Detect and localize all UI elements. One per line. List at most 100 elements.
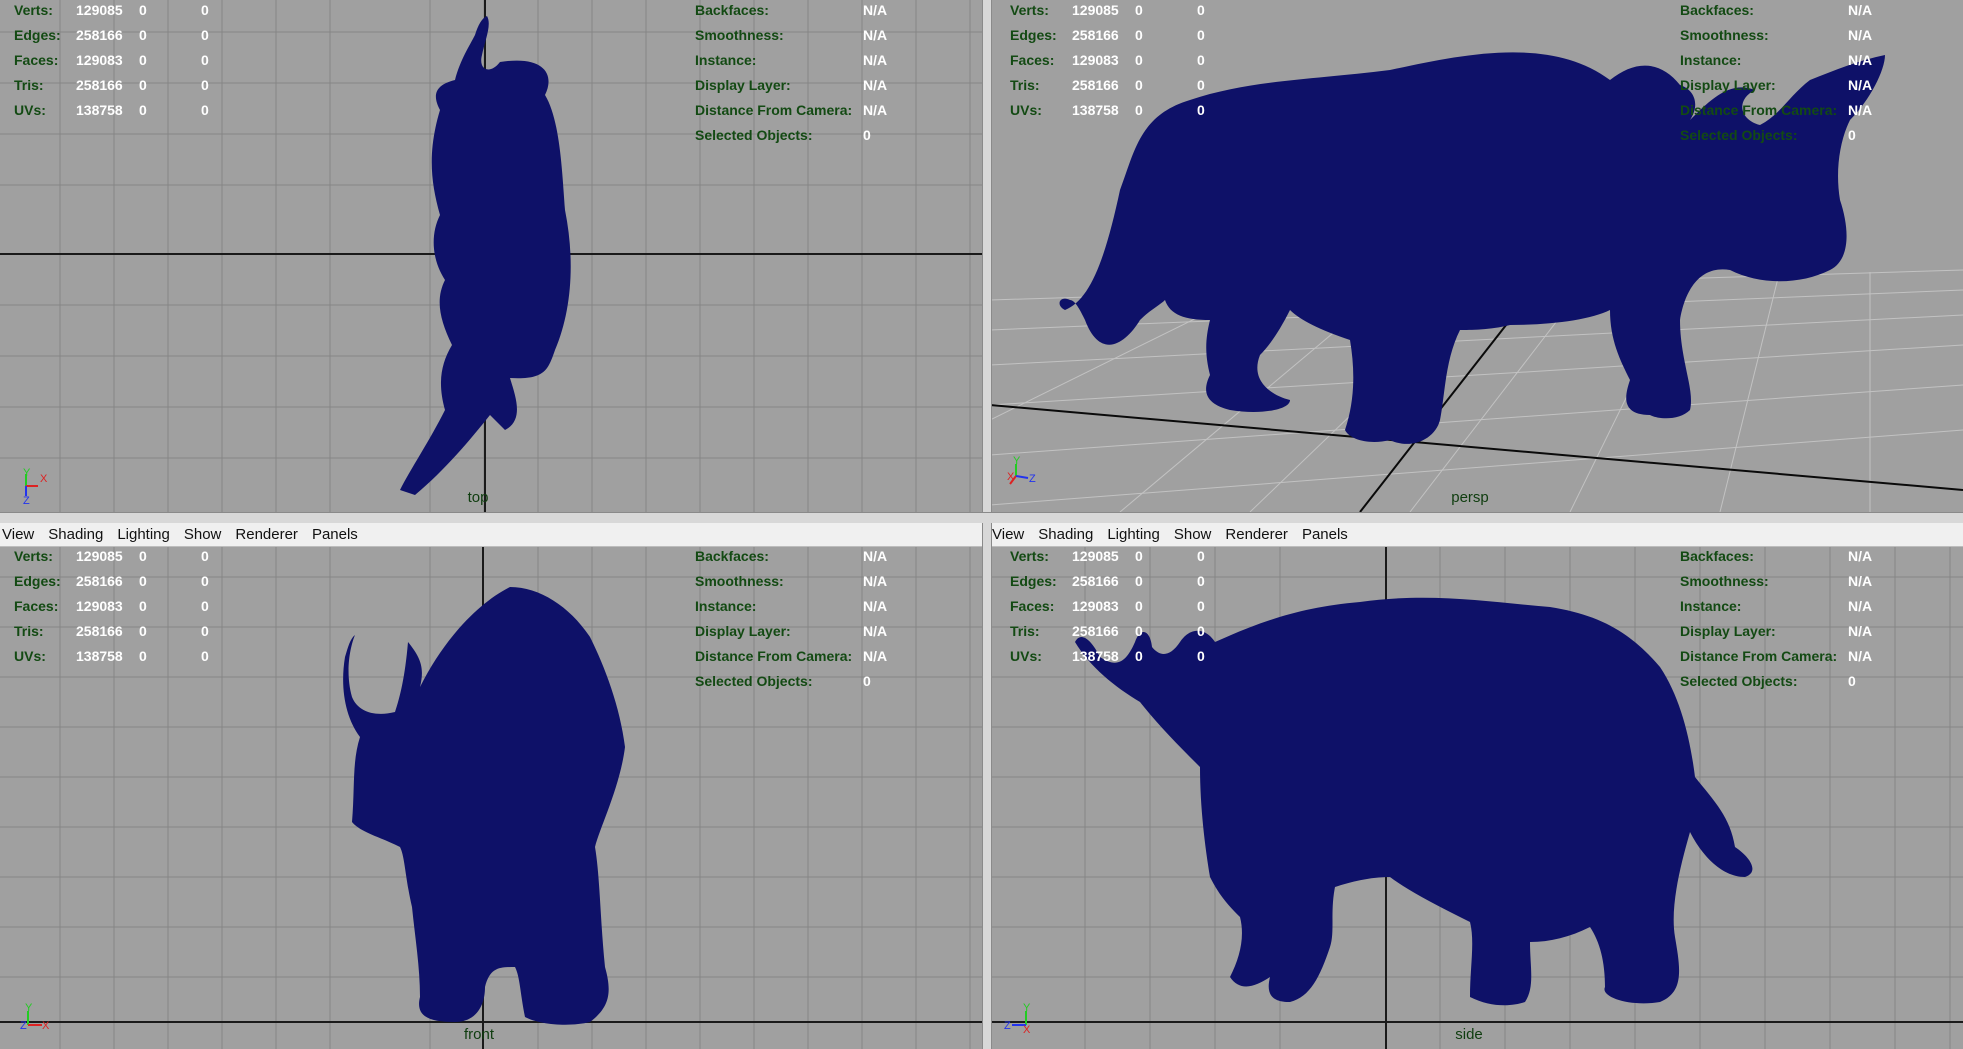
hud-value: 0 <box>1135 77 1143 93</box>
hud-value: 0 <box>139 648 147 664</box>
hud-label: Smoothness: <box>1680 573 1769 589</box>
hud-label: Smoothness: <box>1680 27 1769 43</box>
svg-text:X: X <box>40 473 48 485</box>
hud-label: Distance From Camera: <box>695 648 853 664</box>
viewport-side[interactable]: Verts: 129085 0 0 Edges: 258166 0 0 Faces: 1290… <box>990 547 1963 1049</box>
hud-label: Smoothness: <box>695 27 784 43</box>
menu-show[interactable]: Show <box>1172 526 1218 543</box>
hud-value: 0 <box>1135 598 1143 614</box>
hud-value: N/A <box>1848 2 1873 18</box>
svg-text:Z: Z <box>1029 473 1036 485</box>
panel-splitter-horizontal[interactable] <box>0 512 1963 523</box>
hud-value: 129085 <box>1072 2 1119 18</box>
hud-label: Verts: <box>1010 548 1049 564</box>
menu-shading[interactable]: Shading <box>46 526 109 543</box>
hud-value: 258166 <box>1072 27 1119 43</box>
hud-label: Instance: <box>1680 52 1742 68</box>
svg-text:Y: Y <box>1023 1002 1031 1014</box>
hud-value: 0 <box>139 573 147 589</box>
hud-poly-count: Verts: 129085 0 0 Edges: 258166 0 0 Faces: 1290… <box>14 0 214 123</box>
hud-label: Display Layer: <box>1680 623 1776 639</box>
menu-panels[interactable]: Panels <box>1300 526 1354 543</box>
hud-value: N/A <box>863 598 888 614</box>
menu-view[interactable]: View <box>990 526 1030 543</box>
hud-value: 0 <box>201 548 209 564</box>
hud-label: UVs: <box>1010 648 1042 664</box>
menu-lighting[interactable]: Lighting <box>1105 526 1166 543</box>
hud-value: 0 <box>139 598 147 614</box>
viewport-front[interactable]: Verts: 129085 0 0 Edges: 258166 0 0 Faces: 1290… <box>0 547 982 1049</box>
hud-value: 129085 <box>76 548 123 564</box>
hud-label: Edges: <box>1010 27 1057 43</box>
hud-value: N/A <box>1848 623 1873 639</box>
viewport-persp-panel[interactable]: Verts: 129085 0 0 Edges: 258166 0 0 Faces: 1290… <box>990 0 1963 512</box>
hud-value: N/A <box>1848 648 1873 664</box>
hud-value: N/A <box>1848 573 1873 589</box>
hud-value: N/A <box>863 2 888 18</box>
hud-value: 258166 <box>1072 623 1119 639</box>
hud-value: 0 <box>201 573 209 589</box>
hud-value: 0 <box>1197 52 1205 68</box>
hud-value: 0 <box>1197 548 1205 564</box>
hud-label: Backfaces: <box>695 2 769 18</box>
hud-label: UVs: <box>14 102 46 118</box>
hud-value: N/A <box>863 573 888 589</box>
hud-value: N/A <box>1848 27 1873 43</box>
hud-label: UVs: <box>14 648 46 664</box>
hud-value: 0 <box>1135 2 1143 18</box>
hud-object-details: Backfaces: N/A Smoothness: N/A Instance: N/… <box>695 547 895 694</box>
hud-label: Distance From Camera: <box>695 102 853 118</box>
hud-object-details: Backfaces: N/A Smoothness: N/A Instance: N/… <box>695 0 895 148</box>
axis-gizmo-icon: Y X Z <box>1002 454 1042 494</box>
hud-value: 0 <box>139 102 147 118</box>
hud-value: 129083 <box>1072 598 1119 614</box>
svg-text:Y: Y <box>25 1002 33 1014</box>
hud-value: 129083 <box>76 598 123 614</box>
hud-label: Selected Objects: <box>695 673 813 689</box>
hud-value: 0 <box>1848 673 1856 689</box>
hud-label: Edges: <box>14 573 61 589</box>
viewport-front-panel[interactable]: View Shading Lighting Show Renderer Pane… <box>0 522 982 1049</box>
hud-value: N/A <box>863 27 888 43</box>
viewport-persp[interactable]: Verts: 129085 0 0 Edges: 258166 0 0 Faces: 1290… <box>990 0 1963 512</box>
hud-label: Tris: <box>1010 623 1040 639</box>
hud-value: 258166 <box>1072 77 1119 93</box>
menu-show[interactable]: Show <box>182 526 228 543</box>
menu-renderer[interactable]: Renderer <box>1223 526 1294 543</box>
hud-label: UVs: <box>1010 102 1042 118</box>
hud-label: Faces: <box>1010 598 1055 614</box>
hud-value: N/A <box>1848 52 1873 68</box>
viewport-side-panel[interactable]: View Shading Lighting Show Renderer Pane… <box>990 522 1963 1049</box>
viewport-top[interactable]: Verts: 129085 0 0 Edges: 258166 0 0 Faces: 1290… <box>0 0 982 512</box>
hud-value: 138758 <box>76 102 123 118</box>
axis-gizmo-icon: Y Z X <box>16 1001 56 1041</box>
svg-text:X: X <box>42 1020 50 1032</box>
camera-name: top <box>467 489 489 506</box>
hud-value: 0 <box>1197 102 1205 118</box>
menu-panels[interactable]: Panels <box>310 526 364 543</box>
hud-label: Verts: <box>1010 2 1049 18</box>
hud-value: 258166 <box>76 27 123 43</box>
hud-label: Selected Objects: <box>695 127 813 143</box>
panel-splitter-vertical[interactable] <box>982 0 992 1049</box>
hud-object-details: Backfaces: N/A Smoothness: N/A Instance: N/… <box>1680 0 1880 148</box>
menu-view[interactable]: View <box>0 526 40 543</box>
hud-value: 0 <box>1197 623 1205 639</box>
menu-lighting[interactable]: Lighting <box>115 526 176 543</box>
hud-value: 0 <box>1197 598 1205 614</box>
svg-text:X: X <box>1023 1024 1031 1036</box>
hud-value: 0 <box>1135 52 1143 68</box>
hud-value: 0 <box>1135 548 1143 564</box>
menu-renderer[interactable]: Renderer <box>233 526 304 543</box>
hud-label: Faces: <box>14 598 59 614</box>
hud-value: N/A <box>1848 77 1873 93</box>
hud-value: 0 <box>201 77 209 93</box>
menu-shading[interactable]: Shading <box>1036 526 1099 543</box>
hud-value: 138758 <box>1072 102 1119 118</box>
hud-label: Verts: <box>14 548 53 564</box>
svg-text:Z: Z <box>23 495 30 504</box>
viewport-top-panel[interactable]: Verts: 129085 0 0 Edges: 258166 0 0 Faces: 1290… <box>0 0 982 512</box>
hud-value: N/A <box>863 102 888 118</box>
hud-label: Display Layer: <box>695 77 791 93</box>
hud-value: 138758 <box>1072 648 1119 664</box>
